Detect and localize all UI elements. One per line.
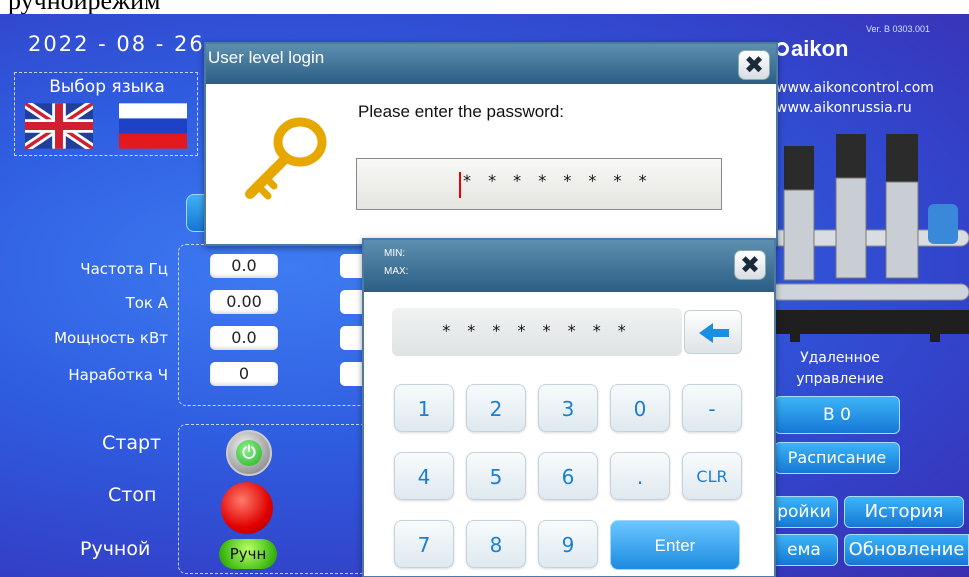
current-value: 0.00	[210, 290, 278, 314]
current-label: Ток А	[125, 294, 168, 312]
frequency-label: Частота Гц	[80, 260, 168, 278]
pump-station-image	[760, 134, 969, 342]
password-field[interactable]: * * * * * * * *	[356, 158, 722, 210]
stop-button[interactable]	[221, 482, 273, 534]
keypad-display: * * * * * * * *	[392, 308, 682, 356]
schedule-button[interactable]: Расписание	[774, 442, 900, 474]
login-dialog-title: User level login	[208, 48, 325, 67]
key-dot[interactable]: .	[610, 452, 670, 500]
controls-panel	[178, 424, 378, 574]
start-button[interactable]: ⏻	[226, 430, 272, 476]
version-label: Ver. B 0303.001	[866, 24, 931, 34]
login-dialog-header: User level login ✖	[206, 44, 776, 84]
manual-button[interactable]: Ручн	[219, 539, 277, 569]
update-button[interactable]: Обновление	[844, 534, 969, 566]
text-caret	[459, 172, 461, 198]
key-icon	[245, 117, 327, 200]
scheme-button[interactable]: ема	[770, 534, 838, 566]
enter-button[interactable]: Enter	[610, 520, 740, 570]
key-6[interactable]: 6	[538, 452, 598, 500]
runtime-label: Наработка Ч	[68, 366, 168, 384]
settings-button[interactable]: ройки	[770, 496, 838, 528]
key-3[interactable]: 3	[538, 384, 598, 432]
brand-name: aikon	[791, 36, 849, 61]
russia-flag-icon[interactable]	[119, 103, 187, 149]
b0-button[interactable]: B 0	[774, 396, 900, 434]
password-masked-value: * * * * * * * *	[463, 171, 653, 190]
runtime-value: 0	[210, 362, 278, 386]
stop-label: Стоп	[108, 484, 157, 506]
key-2[interactable]: 2	[466, 384, 526, 432]
power-value: 0.0	[210, 326, 278, 350]
language-title: Выбор языка	[49, 77, 165, 97]
hmi-screen: 2022 - 08 - 26 Выбор языка Частота Гц 0.…	[0, 14, 969, 577]
keypad-header: MIN: MAX: ✖	[364, 240, 774, 292]
brand-logo: aikon	[775, 36, 848, 62]
backspace-button[interactable]	[684, 310, 742, 354]
top-cropped-label: ручнойрежим	[8, 0, 160, 14]
start-label: Старт	[102, 432, 162, 454]
key-4[interactable]: 4	[394, 452, 454, 500]
password-prompt: Please enter the password:	[358, 102, 565, 121]
key-0[interactable]: 0	[610, 384, 670, 432]
login-close-icon[interactable]: ✖	[738, 50, 770, 80]
key-7[interactable]: 7	[394, 520, 454, 568]
power-label: Мощность кВт	[54, 329, 168, 347]
keypad-close-icon[interactable]: ✖	[734, 250, 766, 280]
website-2: www.aikonrussia.ru	[776, 100, 912, 116]
key-5[interactable]: 5	[466, 452, 526, 500]
uk-flag-icon[interactable]	[25, 103, 93, 149]
key-clear[interactable]: CLR	[682, 452, 742, 500]
date-display: 2022 - 08 - 26	[28, 32, 205, 56]
remote-line-1: Удаленное	[800, 350, 880, 366]
website-1: www.aikoncontrol.com	[776, 80, 934, 96]
key-1[interactable]: 1	[394, 384, 454, 432]
remote-line-2: управление	[796, 371, 884, 387]
login-dialog: User level login ✖ Please enter the pass…	[204, 42, 778, 246]
keypad-min-label: MIN:	[384, 248, 406, 259]
key-minus[interactable]: -	[682, 384, 742, 432]
key-8[interactable]: 8	[466, 520, 526, 568]
numeric-keypad: MIN: MAX: ✖ * * * * * * * * 1 2 3 0 - 4 …	[362, 238, 776, 577]
frequency-value: 0.0	[210, 254, 278, 278]
top-cropped-text: ручнойрежим	[0, 0, 969, 14]
power-icon: ⏻	[236, 440, 262, 466]
manual-label: Ручной	[80, 538, 151, 560]
language-selector: Выбор языка	[14, 72, 198, 156]
key-9[interactable]: 9	[538, 520, 598, 568]
history-button[interactable]: История	[844, 496, 964, 528]
remote-control-label: Удаленное управление	[780, 348, 900, 390]
arrow-left-icon	[699, 323, 729, 343]
keypad-max-label: MAX:	[384, 266, 409, 277]
